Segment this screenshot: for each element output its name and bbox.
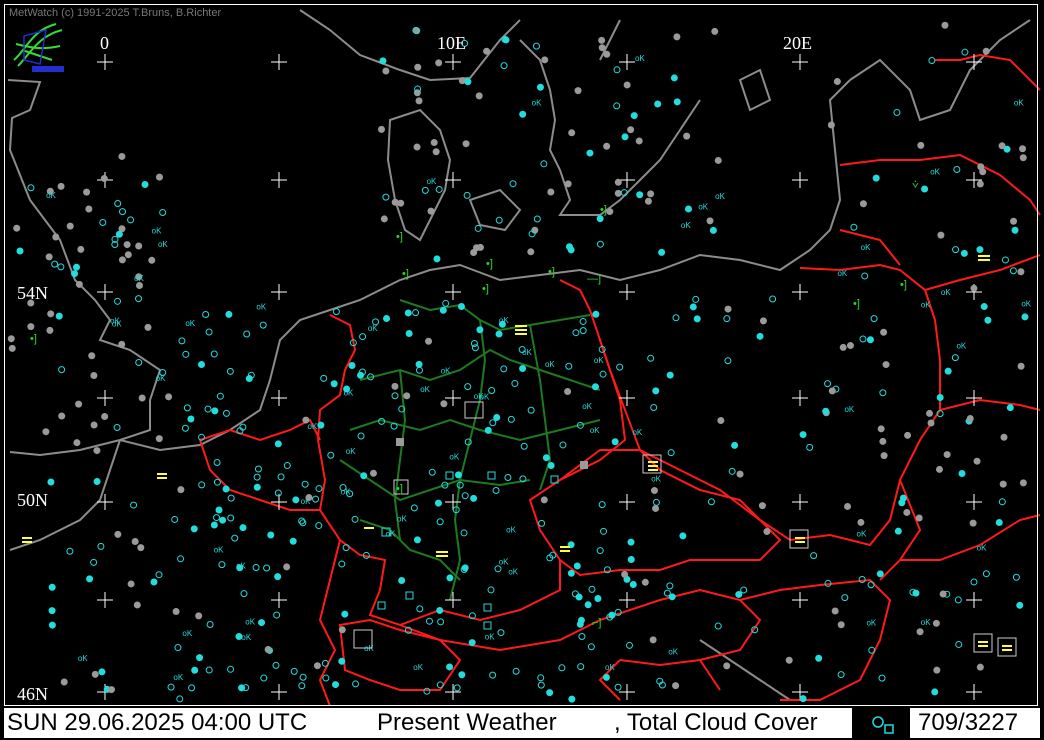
status-bar: SUN 29.06.2025 04:00 UTC Present Weather… bbox=[4, 708, 1040, 738]
longitude-label-0: 0 bbox=[100, 33, 109, 53]
copyright-credit: MetWatch (c) 1991-2025 T.Bruns, B.Richte… bbox=[9, 7, 222, 19]
station-count: 709/3227 bbox=[918, 709, 1019, 736]
product-name: Present Weather bbox=[377, 709, 557, 736]
longitude-label-20e: 20E bbox=[783, 33, 812, 53]
latitude-label-46n: 46N bbox=[17, 684, 48, 704]
metwatch-logo-icon bbox=[13, 23, 64, 72]
parameter-name: , Total Cloud Cover bbox=[614, 709, 818, 736]
station-circle-icon bbox=[872, 716, 894, 734]
map-frame bbox=[4, 4, 1038, 706]
legend-symbol-box bbox=[852, 708, 910, 738]
weather-map-window: oK oK oK oK oK oK oK oK oK oK oK oK oK oK oK oK oK oK oK oK… bbox=[0, 0, 1044, 740]
observation-datetime: SUN 29.06.2025 04:00 UTC bbox=[7, 709, 308, 736]
footer-separator bbox=[907, 708, 908, 738]
latitude-label-50n: 50N bbox=[17, 490, 48, 510]
latitude-label-54n: 54N bbox=[17, 283, 48, 303]
longitude-label-10e: 10E bbox=[437, 33, 466, 53]
